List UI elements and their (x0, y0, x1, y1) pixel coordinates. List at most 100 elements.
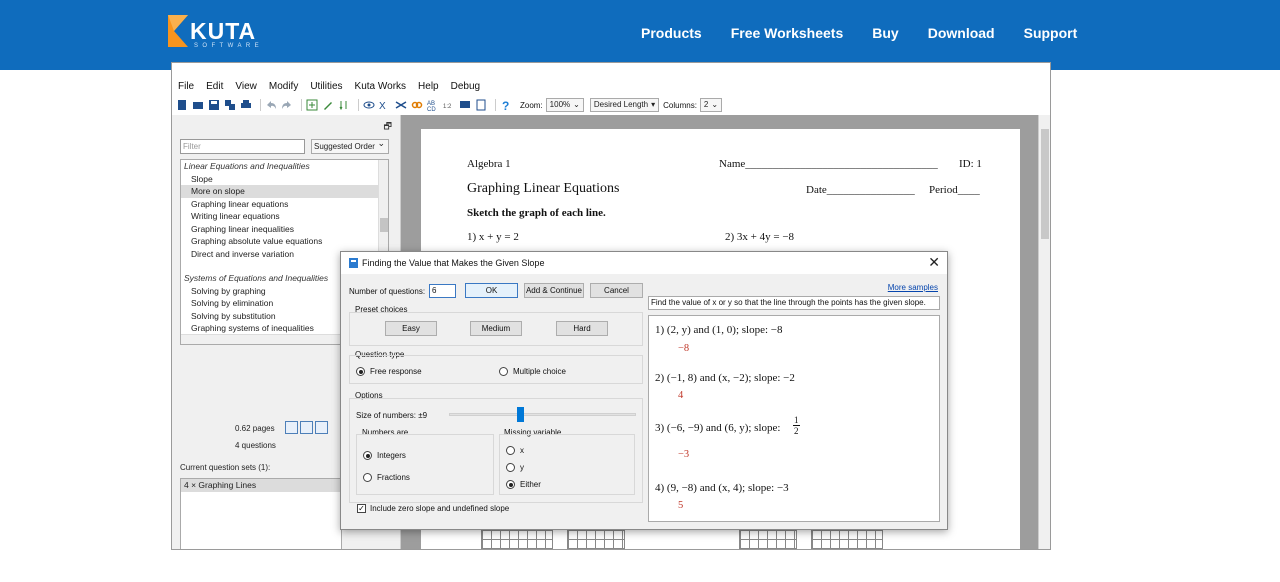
dialog-title: Finding the Value that Makes the Given S… (362, 258, 545, 268)
sample-question: 2) (−1, 8) and (x, −2); slope: −2 (655, 372, 795, 384)
fractions-radio[interactable]: Fractions (363, 473, 410, 482)
scrollbar-thumb[interactable] (1041, 129, 1049, 239)
preset-hard-button[interactable]: Hard (556, 321, 608, 336)
size-slider-track[interactable] (449, 413, 636, 416)
worksheet-title[interactable]: Graphing Linear Equations (467, 181, 619, 197)
menu-edit[interactable]: Edit (200, 79, 229, 95)
link-icon[interactable] (411, 99, 423, 111)
graph-grid (481, 529, 553, 549)
numbering-icon[interactable]: 1:2 (443, 99, 455, 111)
sample-answer: 5 (678, 500, 684, 511)
page-layout-icon[interactable] (300, 421, 313, 434)
zoom-select[interactable]: 100% ⌄ (545, 98, 584, 112)
variables-icon[interactable]: X (379, 99, 391, 111)
var-x-radio[interactable]: x (506, 446, 524, 455)
sample-question: 1) (2, y) and (1, 0); slope: −8 (655, 324, 783, 336)
num-questions-input[interactable]: 6 (429, 284, 456, 298)
worksheet-question[interactable]: 2) 3x + 4y = −8 (725, 231, 794, 243)
page-icon[interactable] (475, 99, 487, 111)
order-select[interactable]: Suggested Order (311, 137, 389, 154)
nav-products[interactable]: Products (641, 24, 702, 42)
kuta-logo[interactable]: KUTA SOFTWARE (168, 15, 268, 53)
menu-help[interactable]: Help (412, 79, 445, 95)
preset-easy-button[interactable]: Easy (385, 321, 437, 336)
radio-dot (363, 451, 372, 460)
current-sets-list[interactable]: 4 × Graphing Lines (180, 478, 342, 549)
worksheet-name-line: Name___________________________________ (719, 158, 938, 170)
present-icon[interactable] (459, 99, 471, 111)
size-of-numbers-label: Size of numbers: ±9 (356, 411, 428, 420)
slope-fraction: 1 2 (793, 415, 800, 436)
menu-kuta-works[interactable]: Kuta Works (349, 79, 413, 95)
site-header: KUTA SOFTWARE Products Free Worksheets B… (0, 0, 1280, 70)
preset-medium-button[interactable]: Medium (470, 321, 522, 336)
close-icon[interactable]: ✕ (928, 254, 940, 270)
menu-bar: File Edit View Modify Utilities Kuta Wor… (172, 79, 486, 95)
add-continue-button[interactable]: Add & Continue (524, 283, 584, 298)
menu-file[interactable]: File (172, 79, 200, 95)
checkmark-icon: ✓ (357, 504, 366, 513)
page-layout-icon[interactable] (285, 421, 298, 434)
topic-item[interactable]: Graphing linear inequalities (181, 223, 388, 236)
var-either-radio[interactable]: Either (506, 480, 541, 489)
menu-modify[interactable]: Modify (263, 79, 304, 95)
menu-debug[interactable]: Debug (445, 79, 486, 95)
integers-radio[interactable]: Integers (363, 451, 406, 460)
add-question-icon[interactable] (306, 99, 318, 111)
sort-icon[interactable] (338, 99, 350, 111)
page-layout-icon[interactable] (315, 421, 328, 434)
logo-text: KUTA (190, 18, 257, 44)
cancel-button[interactable]: Cancel (590, 283, 643, 298)
radio-dot (506, 480, 515, 489)
redo-icon[interactable] (281, 99, 293, 111)
menu-utilities[interactable]: Utilities (304, 79, 348, 95)
radio-dot (356, 367, 365, 376)
worksheet-instructions[interactable]: Sketch the graph of each line. (467, 207, 606, 219)
view-answers-icon[interactable] (363, 99, 375, 111)
topic-item[interactable]: Slope (181, 173, 388, 186)
nav-buy[interactable]: Buy (872, 24, 898, 42)
columns-select[interactable]: 2 ⌄ (699, 98, 723, 112)
abcd-icon[interactable]: ABCD (427, 99, 439, 111)
worksheet-question[interactable]: 1) x + y = 2 (467, 231, 519, 243)
save-icon[interactable] (208, 99, 220, 111)
svg-text:?: ? (502, 99, 509, 111)
topic-item[interactable]: Graphing linear equations (181, 198, 388, 211)
size-slider-thumb[interactable] (517, 407, 524, 422)
multiple-choice-radio[interactable]: Multiple choice (499, 367, 566, 376)
question-description: Find the value of x or y so that the lin… (648, 296, 940, 310)
new-file-icon[interactable] (176, 99, 188, 111)
export-icon[interactable] (224, 99, 236, 111)
topic-item[interactable]: Writing linear equations (181, 210, 388, 223)
topic-item[interactable]: Graphing absolute value equations (181, 235, 388, 248)
scrollbar-thumb[interactable] (380, 218, 388, 232)
nav-free-worksheets[interactable]: Free Worksheets (731, 24, 844, 42)
length-select[interactable]: Desired Length ▾ (589, 98, 660, 112)
shuffle-icon[interactable] (395, 99, 407, 111)
var-x-label: x (520, 446, 524, 455)
nav-support[interactable]: Support (1024, 24, 1078, 42)
sample-question: 3) (−6, −9) and (6, y); slope: (655, 422, 781, 434)
print-icon[interactable] (240, 99, 252, 111)
help-icon[interactable]: ? (500, 99, 512, 111)
graph-grid (567, 529, 625, 549)
topic-item-selected[interactable]: More on slope (181, 185, 388, 198)
free-response-radio[interactable]: Free response (356, 367, 422, 376)
undo-icon[interactable] (265, 99, 277, 111)
edit-question-icon[interactable] (322, 99, 334, 111)
menu-view[interactable]: View (229, 79, 263, 95)
worksheet-id: ID: 1 (959, 158, 982, 170)
ok-button[interactable]: OK (465, 283, 518, 298)
nav-download[interactable]: Download (928, 24, 995, 42)
radio-dot (506, 463, 515, 472)
site-nav: Products Free Worksheets Buy Download Su… (641, 24, 1106, 42)
question-set-item[interactable]: 4 × Graphing Lines (181, 479, 341, 492)
more-samples-link[interactable]: More samples (888, 283, 938, 292)
include-zero-checkbox[interactable]: ✓ Include zero slope and undefined slope (357, 504, 509, 513)
open-folder-icon[interactable] (192, 99, 204, 111)
pin-icon[interactable]: 🗗 (384, 119, 392, 135)
var-y-radio[interactable]: y (506, 463, 524, 472)
svg-text:X: X (379, 101, 386, 111)
filter-input[interactable]: Filter (180, 139, 305, 154)
document-scrollbar[interactable] (1038, 115, 1050, 549)
